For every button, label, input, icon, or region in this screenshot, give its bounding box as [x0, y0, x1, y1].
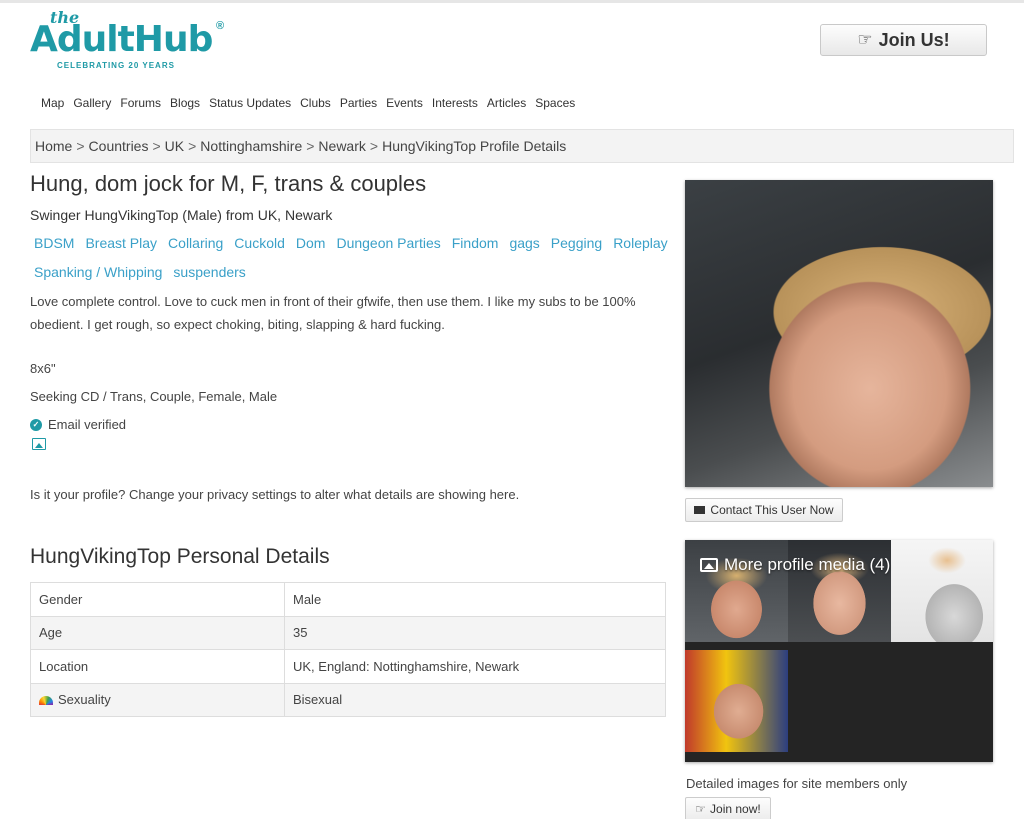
profile-description: Love complete control. Love to cuck men …: [30, 294, 636, 332]
tag-link[interactable]: Dom: [296, 235, 326, 251]
nav-spaces[interactable]: Spaces: [535, 96, 575, 110]
logo-brand: AdultHub: [30, 19, 213, 60]
profile-main: Hung, dom jock for M, F, trans & couples…: [30, 171, 670, 717]
breadcrumb-newark[interactable]: Newark: [318, 138, 365, 154]
breadcrumb-countries[interactable]: Countries: [89, 138, 149, 154]
detail-value: 35: [284, 615, 666, 650]
tag-link[interactable]: gags: [509, 235, 539, 251]
email-verified-badge: ✓ Email verified: [30, 417, 670, 432]
logo-tagline: CELEBRATING 20 YEARS: [57, 61, 175, 70]
breadcrumb-nottinghamshire[interactable]: Nottinghamshire: [200, 138, 302, 154]
join-us-button[interactable]: ☞ Join Us!: [820, 24, 987, 56]
breadcrumb-separator: >: [76, 138, 85, 154]
rainbow-icon: [39, 696, 53, 706]
tag-link[interactable]: Breast Play: [85, 235, 157, 251]
profile-headline: Hung, dom jock for M, F, trans & couples: [30, 171, 427, 196]
hand-pointer-icon: ☞: [857, 30, 873, 49]
breadcrumb-separator: >: [152, 138, 161, 154]
detail-label: Sexuality: [58, 692, 111, 708]
email-verified-label: Email verified: [48, 417, 127, 432]
nav-parties[interactable]: Parties: [340, 96, 377, 110]
table-row: Age 35: [30, 615, 666, 650]
profile-sidebar: Contact This User Now More profile media…: [685, 180, 993, 819]
tag-link[interactable]: Cuckold: [234, 235, 285, 251]
breadcrumb-uk[interactable]: UK: [165, 138, 184, 154]
profile-photo[interactable]: [685, 180, 993, 487]
nav-articles[interactable]: Articles: [487, 96, 526, 110]
detail-value: Bisexual: [284, 682, 666, 717]
personal-details-table: Gender Male Age 35 Location UK, England:…: [30, 582, 666, 717]
media-gallery-title: More profile media (4): [700, 555, 890, 575]
profile-size: 8x6": [30, 361, 56, 376]
join-us-label: Join Us!: [878, 29, 950, 50]
nav-status-updates[interactable]: Status Updates: [209, 96, 291, 110]
breadcrumb-separator: >: [306, 138, 315, 154]
members-only-note: Detailed images for site members only: [686, 776, 908, 791]
top-border: [0, 0, 1024, 3]
breadcrumb: Home > Countries > UK > Nottinghamshire > Newark…: [30, 129, 1014, 163]
profile-subtitle: Swinger HungVikingTop (Male) from UK, Ne…: [30, 207, 333, 223]
contact-user-label: Contact This User Now: [710, 503, 834, 517]
profile-seeking: Seeking CD / Trans, Couple, Female, Male: [30, 389, 278, 404]
nav-map[interactable]: Map: [41, 96, 64, 110]
tag-link[interactable]: Pegging: [551, 235, 602, 251]
media-thumbnail[interactable]: [685, 650, 788, 752]
envelope-icon: [694, 506, 706, 514]
profile-media-gallery[interactable]: More profile media (4): [685, 540, 993, 762]
hand-pointer-icon: ☞: [695, 802, 707, 816]
detail-value: Male: [284, 582, 666, 617]
media-gallery-label: More profile media (4): [724, 555, 891, 574]
site-logo[interactable]: the AdultHub ® CELEBRATING 20 YEARS: [30, 8, 230, 72]
table-row: Gender Male: [30, 582, 666, 617]
table-row: Location UK, England: Nottinghamshire, N…: [30, 649, 666, 684]
image-icon: [700, 558, 718, 572]
detail-label-cell: Sexuality: [30, 682, 285, 717]
logo-registered-mark: ®: [216, 20, 225, 32]
breadcrumb-current: HungVikingTop Profile Details: [382, 138, 567, 154]
join-now-button[interactable]: ☞ Join now!: [685, 797, 771, 819]
media-thumbnail[interactable]: [891, 540, 993, 642]
nav-interests[interactable]: Interests: [432, 96, 478, 110]
image-icon[interactable]: [32, 438, 46, 450]
breadcrumb-separator: >: [369, 138, 379, 154]
tag-link[interactable]: Collaring: [168, 235, 223, 251]
breadcrumb-separator: >: [188, 138, 197, 154]
nav-blogs[interactable]: Blogs: [170, 96, 200, 110]
check-circle-icon: ✓: [30, 418, 42, 431]
tag-link[interactable]: Spanking / Whipping: [34, 264, 162, 280]
table-row: Sexuality Bisexual: [30, 682, 666, 717]
tag-link[interactable]: suspenders: [173, 264, 245, 280]
detail-label: Location: [30, 649, 285, 684]
personal-details-title: HungVikingTop Personal Details: [30, 545, 330, 568]
detail-label: Gender: [30, 582, 285, 617]
contact-user-button[interactable]: Contact This User Now: [685, 498, 843, 522]
tag-link[interactable]: Findom: [452, 235, 499, 251]
nav-events[interactable]: Events: [386, 96, 423, 110]
nav-clubs[interactable]: Clubs: [300, 96, 331, 110]
nav-forums[interactable]: Forums: [120, 96, 161, 110]
breadcrumb-home[interactable]: Home: [35, 138, 72, 154]
main-nav: Map Gallery Forums Blogs Status Updates …: [41, 96, 584, 110]
nav-gallery[interactable]: Gallery: [73, 96, 111, 110]
join-now-label: Join now!: [710, 802, 761, 816]
detail-label: Age: [30, 615, 285, 650]
interest-tags: BDSM Breast Play Collaring Cuckold Dom D…: [30, 235, 670, 280]
detail-value: UK, England: Nottinghamshire, Newark: [284, 649, 666, 684]
tag-link[interactable]: BDSM: [34, 235, 74, 251]
tag-link[interactable]: Dungeon Parties: [336, 235, 440, 251]
privacy-note: Is it your profile? Change your privacy …: [30, 487, 520, 502]
tag-link[interactable]: Roleplay: [613, 235, 667, 251]
